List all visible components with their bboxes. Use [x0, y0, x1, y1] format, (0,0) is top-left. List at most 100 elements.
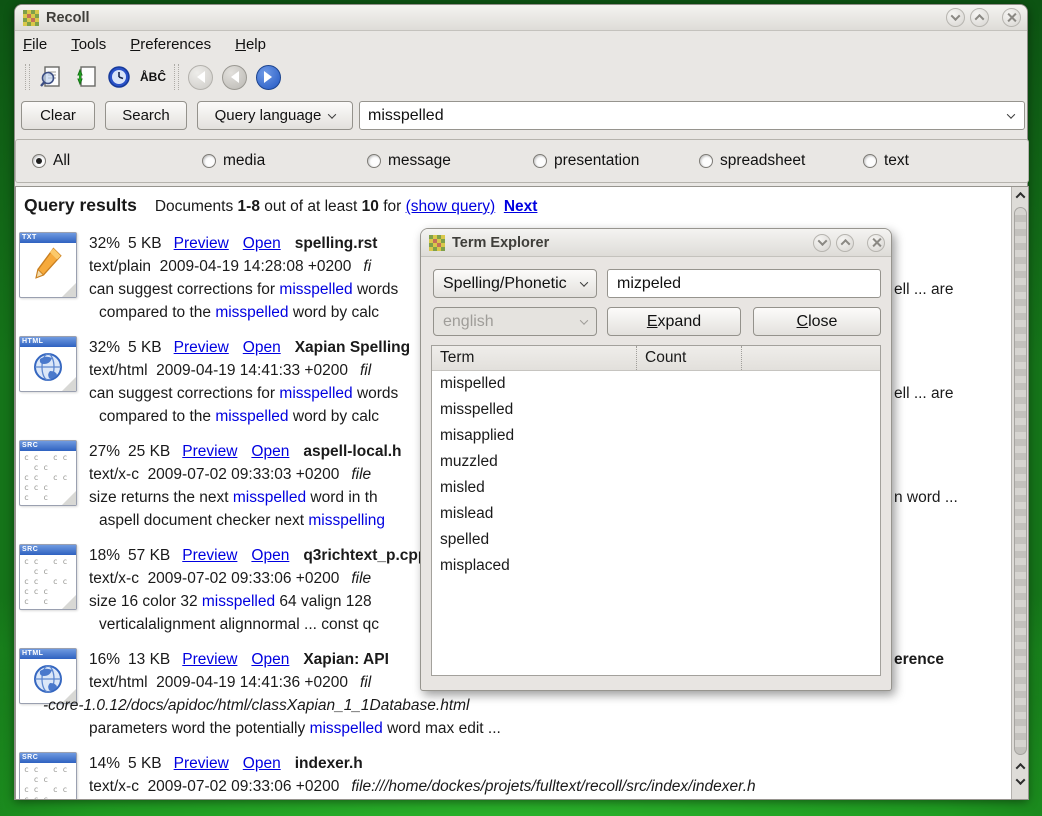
term-explorer-dialog: Term Explorer Spelling/Phonetic english …	[420, 228, 892, 691]
file-size: 5 KB	[128, 339, 162, 356]
open-link[interactable]: Open	[243, 339, 281, 356]
file-size: 5 KB	[128, 235, 162, 252]
expand-button[interactable]: Expand	[607, 307, 741, 336]
window-title: Recoll	[46, 10, 946, 26]
abstract-text: parameters word the potentially	[89, 720, 310, 737]
file-url: fil	[360, 674, 371, 691]
term-input[interactable]	[608, 270, 880, 297]
document-preview-icon[interactable]	[35, 62, 67, 92]
radio-label: spreadsheet	[720, 152, 805, 170]
highlighted-term: misspelled	[215, 408, 288, 425]
term-row[interactable]: mispelled	[432, 371, 880, 397]
menu-item-tools[interactable]: Tools	[71, 36, 106, 53]
sort-docs-icon[interactable]	[69, 62, 101, 92]
file-size: 13 KB	[128, 651, 170, 668]
doc-type-label: SRC	[20, 753, 76, 763]
search-button[interactable]: Search	[105, 101, 187, 130]
term-row[interactable]: misspelled	[432, 397, 880, 423]
term-row[interactable]: misled	[432, 475, 880, 501]
abstract-text: 64 valign 128	[275, 593, 372, 610]
radio-icon	[533, 154, 547, 168]
clear-button[interactable]: Clear	[21, 101, 95, 130]
main-titlebar[interactable]: Recoll	[15, 5, 1027, 31]
radio-label: media	[223, 152, 265, 170]
doc-icon-src: SRCc c c c c c c c c c c c c c c	[19, 544, 77, 610]
filter-radio-presentation[interactable]: presentation	[533, 140, 639, 182]
search-combo-chevron-icon[interactable]	[1007, 110, 1015, 118]
term-column-header[interactable]: Term	[432, 346, 637, 370]
filter-radio-text[interactable]: text	[863, 140, 909, 182]
menu-item-help[interactable]: Help	[235, 36, 266, 53]
preview-link[interactable]: Preview	[182, 443, 237, 460]
page-next-icon[interactable]	[252, 62, 284, 92]
toolbar-handle[interactable]	[25, 64, 30, 90]
show-query-link[interactable]: (show query)	[406, 198, 496, 215]
preview-link[interactable]: Preview	[174, 755, 229, 772]
preview-link[interactable]: Preview	[174, 235, 229, 252]
dialog-titlebar[interactable]: Term Explorer	[421, 229, 891, 257]
preview-link[interactable]: Preview	[174, 339, 229, 356]
menu-item-file[interactable]: File	[23, 36, 47, 53]
term-row[interactable]: spelled	[432, 527, 880, 553]
next-page-link[interactable]: Next	[504, 198, 538, 215]
results-title: Query results	[24, 195, 137, 215]
dialog-minimize-button[interactable]	[813, 234, 831, 252]
spellcheck-abc-icon[interactable]: ÅBĈ	[137, 62, 169, 92]
open-link[interactable]: Open	[251, 651, 289, 668]
dialog-close-button[interactable]	[867, 234, 885, 252]
result-abstract-line: parameters word the potentially misspell…	[89, 717, 1008, 740]
abstract-right-fragment: n word ...	[894, 486, 958, 509]
scroll-up-button-2[interactable]	[1013, 759, 1028, 774]
history-clock-icon[interactable]	[103, 62, 135, 92]
query-language-dropdown[interactable]: Query language	[197, 101, 353, 130]
scroll-down-button[interactable]	[1013, 774, 1028, 789]
pencil-icon	[26, 244, 70, 284]
results-scrollbar[interactable]	[1011, 187, 1028, 799]
menu-item-preferences[interactable]: Preferences	[130, 36, 211, 53]
filter-radio-message[interactable]: message	[367, 140, 451, 182]
scrollbar-thumb[interactable]	[1014, 207, 1027, 755]
open-link[interactable]: Open	[243, 235, 281, 252]
maximize-icon	[975, 14, 985, 24]
scroll-up-button[interactable]	[1013, 188, 1028, 203]
open-link[interactable]: Open	[251, 443, 289, 460]
source-code-pattern: c c c c c c c c c c c c c c c	[20, 763, 76, 800]
toolbar-handle-2[interactable]	[174, 64, 179, 90]
maximize-button[interactable]	[970, 8, 989, 27]
filter-radio-spreadsheet[interactable]: spreadsheet	[699, 140, 805, 182]
term-row[interactable]: misplaced	[432, 553, 880, 579]
open-link[interactable]: Open	[251, 547, 289, 564]
term-cell: misapplied	[432, 427, 637, 445]
term-input-wrap	[607, 269, 881, 298]
filter-radio-all[interactable]: All	[32, 140, 70, 182]
search-input[interactable]	[360, 107, 1008, 125]
result-title: spelling.rst	[295, 235, 378, 252]
term-row[interactable]: misapplied	[432, 423, 880, 449]
preview-link[interactable]: Preview	[182, 547, 237, 564]
preview-link[interactable]: Preview	[182, 651, 237, 668]
file-url: file:///home/dockes/projets/fulltext/rec…	[351, 778, 755, 795]
page-first-icon[interactable]	[184, 62, 216, 92]
term-row[interactable]: mislead	[432, 501, 880, 527]
mime-and-date: text/x-c 2009-07-02 09:33:06 +0200	[89, 570, 339, 587]
close-icon	[1006, 12, 1017, 23]
radio-selected-icon	[32, 154, 46, 168]
abstract-text: word by calc	[289, 408, 379, 425]
page-fold-icon	[62, 283, 76, 297]
count-column-header[interactable]: Count	[637, 346, 742, 370]
dialog-maximize-button[interactable]	[836, 234, 854, 252]
filter-radio-media[interactable]: media	[202, 140, 265, 182]
close-button[interactable]	[1002, 8, 1021, 27]
language-dropdown: english	[433, 307, 597, 336]
term-row[interactable]: muzzled	[432, 449, 880, 475]
radio-icon	[699, 154, 713, 168]
radio-icon	[863, 154, 877, 168]
expansion-mode-dropdown[interactable]: Spelling/Phonetic	[433, 269, 597, 298]
minimize-icon	[817, 236, 827, 246]
minimize-button[interactable]	[946, 8, 965, 27]
page-prev-icon[interactable]	[218, 62, 250, 92]
highlighted-term: misspelled	[279, 281, 352, 298]
open-link[interactable]: Open	[243, 755, 281, 772]
close-dialog-button[interactable]: Close	[753, 307, 881, 336]
category-filter-group: All media message presentation spreadsheet te…	[15, 139, 1029, 183]
